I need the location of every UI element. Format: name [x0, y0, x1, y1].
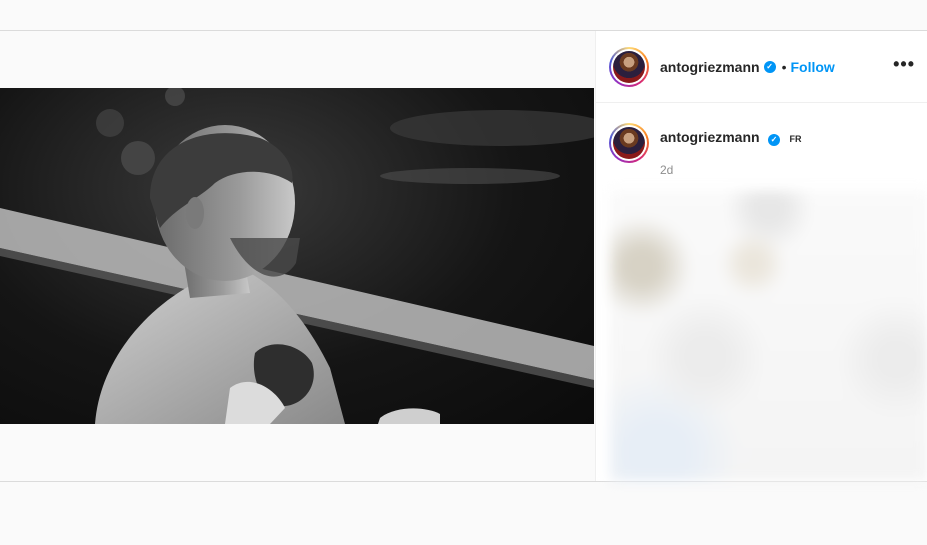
caption-username[interactable]: antogriezmann [660, 129, 760, 145]
more-options-icon[interactable]: ••• [893, 55, 915, 73]
post-caption: antogriezmann ✓ FR 2d [596, 103, 927, 177]
post-header: antogriezmann ✓ • Follow ••• [596, 31, 927, 103]
verified-badge-icon: ✓ [768, 133, 781, 146]
caption-author-line: antogriezmann ✓ FR [660, 129, 801, 147]
post-timestamp[interactable]: 2d [660, 163, 801, 177]
author-avatar[interactable] [609, 46, 649, 87]
post-media-area [0, 31, 595, 481]
avatar-image [613, 127, 645, 159]
post-container: antogriezmann ✓ • Follow ••• antogriezma… [0, 30, 927, 482]
follow-button[interactable]: Follow [790, 59, 834, 75]
blurred-comments-area [610, 191, 927, 481]
post-photo[interactable] [0, 88, 594, 424]
avatar-image [613, 50, 645, 83]
author-username[interactable]: antogriezmann [660, 59, 760, 75]
verified-badge-icon: ✓ [763, 60, 776, 73]
photo-illustration [0, 88, 594, 424]
post-sidebar: antogriezmann ✓ • Follow ••• antogriezma… [595, 31, 927, 481]
caption-country: FR [789, 134, 802, 144]
caption-author-avatar[interactable] [609, 123, 649, 163]
header-separator: • [781, 58, 787, 75]
caption-body: antogriezmann ✓ FR 2d [660, 129, 801, 177]
